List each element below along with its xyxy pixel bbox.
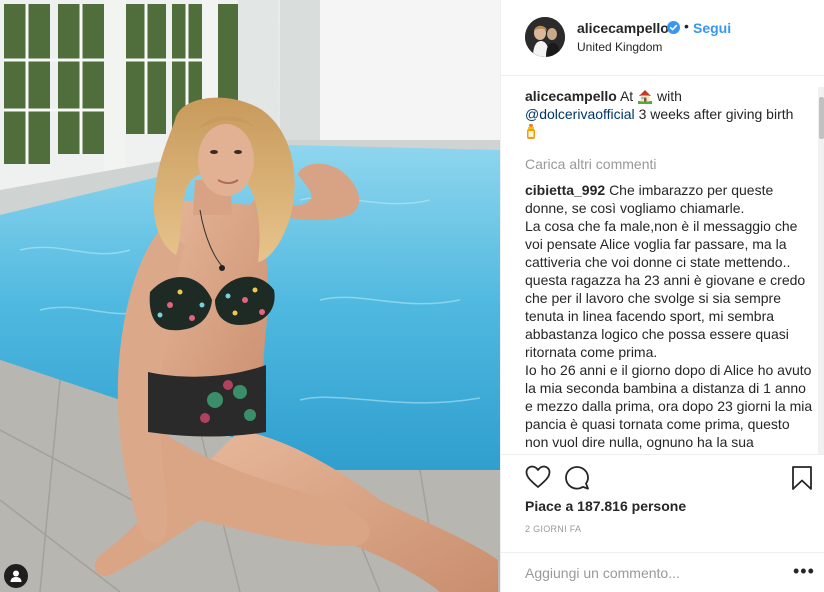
user-tag-icon [10,570,22,582]
load-more-comments-button[interactable]: Carica altri commenti [525,155,817,173]
more-options-button[interactable]: ••• [793,561,815,582]
comment-text-line: La cosa che fa male,non è il messaggio c… [525,218,806,360]
scrollbar-thumb[interactable] [819,97,824,139]
caption-mention[interactable]: @dolcerivaofficial [525,106,635,122]
comment-username[interactable]: cibietta_992 [525,182,605,198]
heart-icon[interactable] [525,465,551,489]
avatar[interactable] [525,17,565,57]
post-details-panel: alicecampello • Segui United Kingdom ali… [500,0,824,592]
caption-username[interactable]: alicecampello [525,88,617,104]
post-photo[interactable] [0,0,500,592]
follow-button[interactable]: Segui [693,20,731,36]
post-photo-image [0,0,500,592]
comment-item: cibietta_992 Che imbarazzo per queste do… [525,181,817,454]
comment-text-line: Io ho 26 anni e il giorno dopo di Alice … [525,362,813,454]
comment-input[interactable] [525,563,765,583]
tag-people-button[interactable] [4,564,28,588]
baby-bottle-emoji-icon [527,124,535,139]
caption-text: 3 weeks after giving birth [638,106,794,122]
bookmark-icon[interactable] [791,465,813,491]
caption-text-at: At [619,88,634,104]
comment-bubble-icon[interactable] [564,465,590,491]
header-separator: • [684,18,689,34]
post-author-username[interactable]: alicecampello [577,20,669,36]
likes-count[interactable]: Piace a 187.816 persone [525,498,686,514]
comments-list[interactable]: alicecampello At with @dolcerivaofficial… [501,87,817,454]
post-timestamp[interactable]: 2 GIORNI FA [525,524,581,534]
house-emoji-icon [638,90,653,104]
post-header: alicecampello • Segui United Kingdom [501,0,824,76]
add-comment-bar: ••• [501,552,824,592]
caption-text-with: with [656,88,682,104]
post-actions [501,454,824,504]
comments-scrollbar[interactable] [818,87,824,454]
verified-badge-icon [667,21,680,34]
post-location[interactable]: United Kingdom [577,40,662,54]
avatar-image [525,17,565,57]
post-caption: alicecampello At with @dolcerivaofficial… [525,87,817,141]
